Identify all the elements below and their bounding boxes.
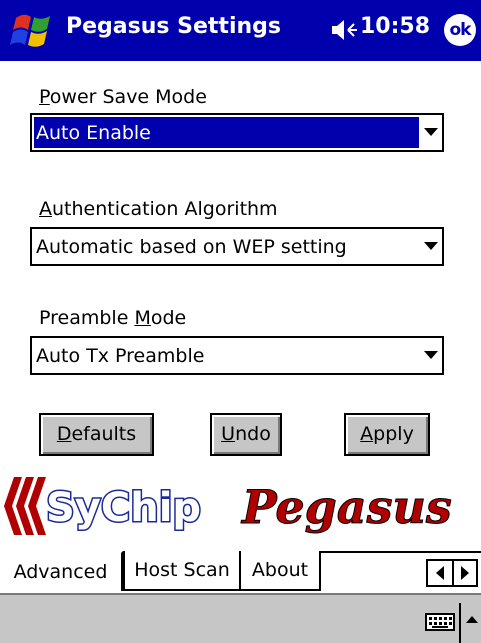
arrow-right-icon[interactable] bbox=[461, 566, 469, 580]
chevron-down-icon[interactable] bbox=[424, 242, 438, 250]
divider bbox=[452, 561, 454, 585]
selection-highlight: Auto Enable bbox=[34, 117, 419, 148]
tab-host-scan[interactable]: Host Scan bbox=[123, 551, 241, 591]
chevron-down-icon[interactable] bbox=[424, 128, 438, 136]
keyboard-icon[interactable] bbox=[425, 613, 455, 631]
windows-start-icon[interactable] bbox=[10, 8, 56, 52]
power-save-select[interactable]: Auto Enable bbox=[30, 113, 444, 152]
tab-about[interactable]: About bbox=[241, 551, 321, 591]
ok-button[interactable]: ok bbox=[444, 14, 476, 46]
auth-algorithm-value: Automatic based on WEP setting bbox=[36, 236, 347, 258]
power-save-label: Power Save Mode bbox=[39, 86, 207, 108]
tab-strip: Advanced Host Scan About bbox=[0, 551, 481, 593]
input-panel-toggle[interactable] bbox=[459, 603, 481, 643]
auth-algorithm-label: Authentication Algorithm bbox=[39, 198, 278, 220]
title-bar: Pegasus Settings 10:58 ok bbox=[0, 0, 481, 61]
chevron-down-icon[interactable] bbox=[424, 351, 438, 359]
logo-brand-1: SyChip bbox=[46, 485, 201, 531]
tab-advanced[interactable]: Advanced bbox=[0, 551, 123, 591]
preamble-mode-select[interactable]: Auto Tx Preamble bbox=[30, 336, 444, 375]
window-title: Pegasus Settings bbox=[66, 14, 281, 39]
tab-scroll-buttons bbox=[426, 559, 478, 587]
defaults-button[interactable]: Defaults bbox=[39, 413, 154, 456]
menu-bar bbox=[0, 593, 481, 643]
clock-time[interactable]: 10:58 bbox=[360, 14, 430, 39]
sychip-pegasus-logo: SyChip Pegasus bbox=[4, 477, 452, 535]
speaker-icon[interactable] bbox=[330, 18, 360, 42]
logo-brand-2: Pegasus bbox=[240, 480, 452, 534]
arrow-left-icon[interactable] bbox=[436, 566, 444, 580]
preamble-mode-value: Auto Tx Preamble bbox=[36, 345, 205, 367]
chevron-up-icon bbox=[466, 616, 478, 623]
apply-button[interactable]: Apply bbox=[344, 413, 430, 456]
power-save-value: Auto Enable bbox=[36, 122, 151, 144]
undo-button[interactable]: Undo bbox=[210, 413, 282, 456]
auth-algorithm-select[interactable]: Automatic based on WEP setting bbox=[30, 227, 444, 266]
preamble-mode-label: Preamble Mode bbox=[39, 307, 187, 329]
